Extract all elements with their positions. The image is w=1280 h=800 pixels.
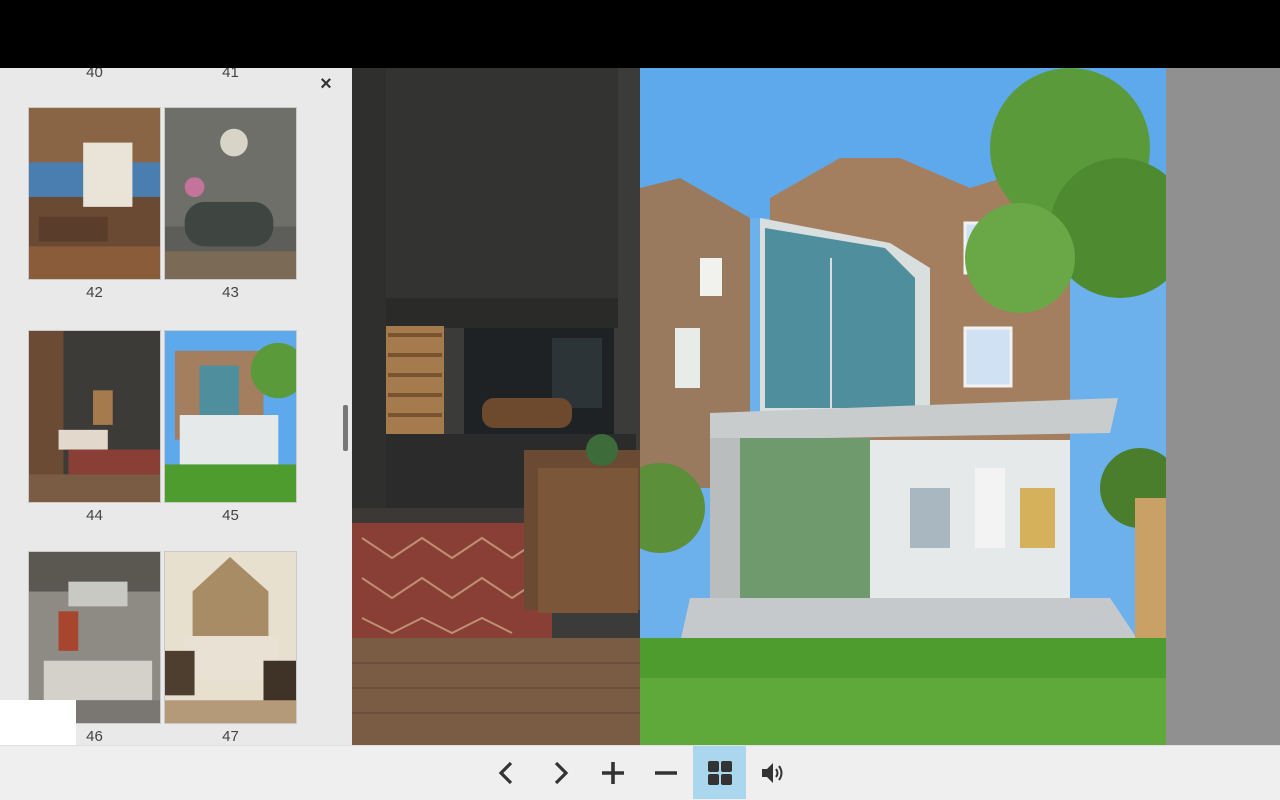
plus-icon [601,761,624,784]
glass-extension-thumbnail [165,331,296,502]
thumbnail-spread: 44 45 [28,330,298,530]
thumbnail-panel[interactable]: 40 41 × 42 43 44 45 46 47 [0,68,352,745]
page-background [1166,68,1280,745]
page-number-label: 45 [222,507,239,524]
close-icon[interactable]: × [316,74,336,94]
reader-area: 40 41 × 42 43 44 45 46 47 [0,68,1280,745]
sound-button[interactable] [746,746,799,799]
page-number-label: 47 [222,728,239,745]
thumbnail-page-45[interactable] [164,330,297,503]
grid-icon [707,760,732,785]
thumbnail-page-42[interactable] [28,107,161,280]
previous-page-button[interactable] [480,746,533,799]
zoom-in-button[interactable] [586,746,639,799]
page-number-label: 42 [86,284,103,301]
thumbnail-page-47[interactable] [164,551,297,724]
chevron-right-icon [554,761,568,784]
living-room-thumbnail [29,331,160,502]
previous-spread-labels: 40 41 [28,68,298,81]
thumbnail-page-46[interactable] [28,551,161,724]
zoom-out-button[interactable] [639,746,692,799]
fireplace-image [352,68,640,745]
next-page-button[interactable] [533,746,586,799]
page-number-label: 44 [86,507,103,524]
page-number-label: 43 [222,284,239,301]
bottom-toolbar [0,745,1280,800]
minus-icon [654,770,677,775]
flipbook-app: 40 41 × 42 43 44 45 46 47 [0,0,1280,800]
thumbnail-page-44[interactable] [28,330,161,503]
speaker-icon [761,762,782,783]
thumbnails-button[interactable] [693,746,746,799]
page-number-label: 41 [222,68,239,81]
bathroom-thumbnail [165,108,296,279]
bedroom-thumbnail [165,552,296,723]
left-page[interactable] [352,68,640,745]
dining-room-thumbnail [29,108,160,279]
page-number-label: 40 [86,68,103,81]
panel-corner-overlay [0,700,76,745]
house-extension-image [640,68,1166,745]
thumbnail-spread: 42 43 [28,107,298,307]
kitchen-thumbnail [29,552,160,723]
right-page[interactable] [640,68,1166,745]
thumbnail-page-43[interactable] [164,107,297,280]
chevron-left-icon [498,761,512,784]
thumbnail-scrollbar[interactable] [343,405,348,451]
